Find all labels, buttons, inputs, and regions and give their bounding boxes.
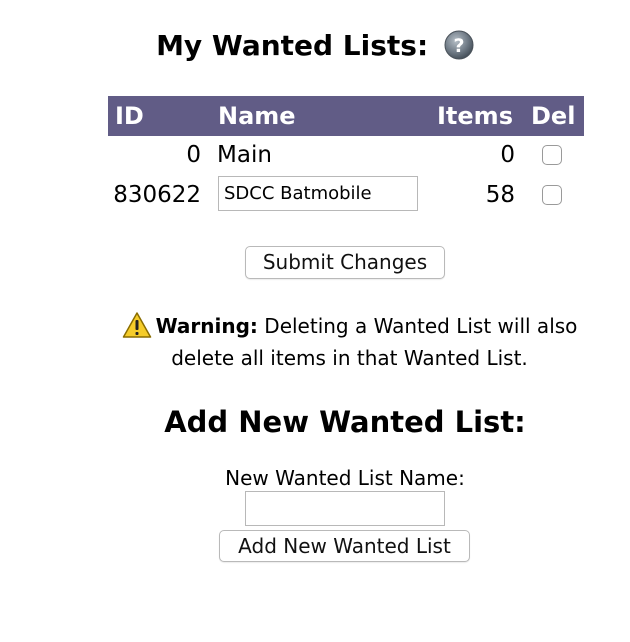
submit-changes-button[interactable]: Submit Changes xyxy=(245,246,445,279)
add-section-title: Add New Wanted List: xyxy=(164,405,526,439)
warning-label: Warning: xyxy=(155,314,258,338)
warning-icon xyxy=(122,311,152,339)
header-items: Items xyxy=(437,102,513,130)
row-id: 0 xyxy=(186,142,201,168)
svg-text:?: ? xyxy=(453,35,464,57)
delete-checkbox[interactable] xyxy=(542,145,562,165)
row-items: 58 xyxy=(485,182,515,208)
help-icon[interactable]: ? xyxy=(444,30,474,60)
new-list-name-input[interactable] xyxy=(245,491,445,526)
page-title-text: My Wanted Lists: xyxy=(156,29,429,62)
header-name: Name xyxy=(218,102,296,130)
wanted-lists-table: ID Name Items Del 0 Main 0 830622 58 xyxy=(108,96,584,216)
header-id: ID xyxy=(115,102,144,130)
delete-checkbox[interactable] xyxy=(542,185,562,205)
header-del: Del xyxy=(531,102,576,130)
table-row: 830622 58 xyxy=(108,176,584,216)
row-items: 0 xyxy=(500,142,515,168)
row-name: Main xyxy=(217,142,272,168)
add-new-wanted-list-button[interactable]: Add New Wanted List xyxy=(219,530,470,562)
warning-message: Warning: Deleting a Wanted List will als… xyxy=(92,310,607,374)
row-id: 830622 xyxy=(113,182,201,208)
new-list-name-label: New Wanted List Name: xyxy=(225,466,465,490)
wanted-lists-page: My Wanted Lists: ? ID Name Items Del 0 M… xyxy=(0,0,630,642)
list-name-input[interactable] xyxy=(218,176,418,211)
table-row: 0 Main 0 xyxy=(108,136,584,176)
table-header: ID Name Items Del xyxy=(108,96,584,136)
page-title: My Wanted Lists: ? xyxy=(0,26,630,66)
